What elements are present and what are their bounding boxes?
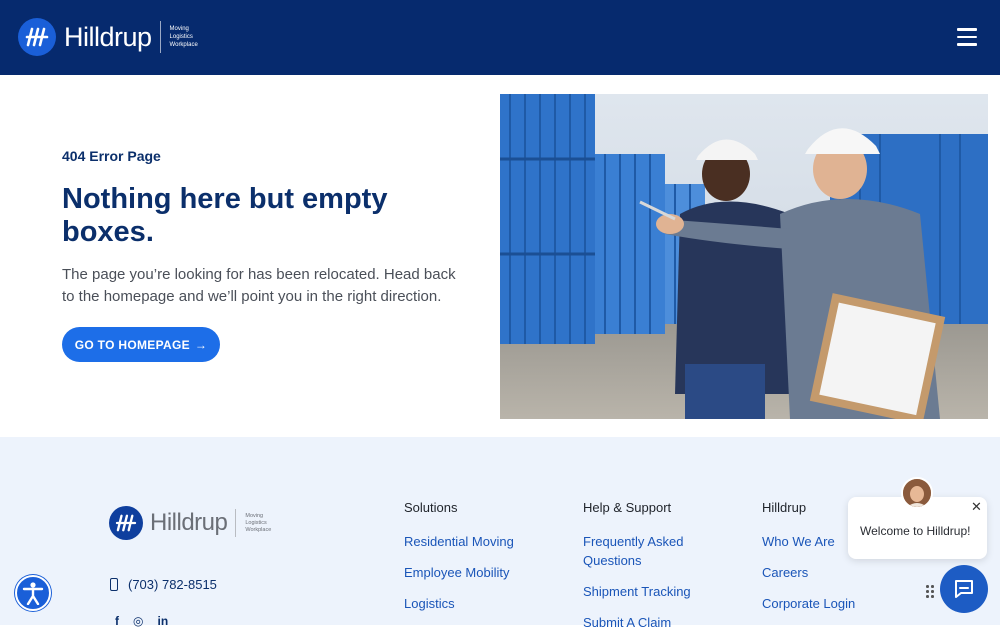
phone-link[interactable]: (703) 782-8515 bbox=[110, 577, 217, 592]
tagline-moving: Moving bbox=[169, 26, 189, 32]
error-eyebrow: 404 Error Page bbox=[62, 148, 161, 164]
hamburger-icon[interactable] bbox=[957, 28, 977, 46]
footer-column-title: Solutions bbox=[404, 500, 458, 515]
footer-link-submit-claim[interactable]: Submit A Claim bbox=[583, 613, 723, 632]
cta-label: GO TO HOMEPAGE bbox=[74, 337, 190, 352]
tagline-moving: Moving bbox=[245, 512, 264, 519]
phone-icon bbox=[110, 578, 118, 591]
footer-link-faq[interactable]: Frequently Asked Questions bbox=[583, 532, 723, 570]
footer-link-corporate-login[interactable]: Corporate Login bbox=[762, 594, 855, 613]
brand-name: Hilldrup bbox=[64, 21, 152, 52]
brand-tagline: Moving Logistics Workplace bbox=[170, 25, 198, 49]
error-description: The page you’re looking for has been rel… bbox=[62, 266, 456, 305]
footer-link-employee-mobility[interactable]: Employee Mobility bbox=[404, 563, 514, 582]
chat-icon[interactable] bbox=[940, 565, 988, 613]
close-icon[interactable]: ✕ bbox=[971, 499, 982, 515]
agent-avatar bbox=[901, 477, 933, 509]
tagline-workplace: Workplace bbox=[169, 42, 198, 48]
page-title: Nothing here but empty boxes. bbox=[62, 183, 388, 248]
drag-handle-icon[interactable] bbox=[926, 585, 934, 599]
chat-welcome-text: Welcome to Hilldrup! bbox=[860, 524, 971, 538]
hero-photo bbox=[500, 94, 988, 419]
instagram-icon[interactable]: ◎ bbox=[133, 614, 143, 628]
footer-column-title: Help & Support bbox=[583, 500, 672, 515]
facebook-icon[interactable]: f bbox=[115, 614, 119, 628]
tagline-workplace: Workplace bbox=[245, 526, 272, 533]
footer-logo[interactable]: Hilldrup Moving Logistics Workplace bbox=[109, 506, 271, 540]
footer-link-logistics[interactable]: Logistics bbox=[404, 594, 514, 613]
footer-brand-name: Hilldrup bbox=[150, 509, 228, 536]
footer-column-hilldrup: Hilldrup Who We Are Careers Corporate Lo… bbox=[762, 500, 855, 613]
logo-divider bbox=[159, 21, 161, 53]
arrow-right-icon: → bbox=[194, 337, 208, 352]
hilldrup-logo-icon bbox=[109, 506, 143, 540]
footer-column-title: Hilldrup bbox=[762, 500, 807, 515]
logo-divider bbox=[235, 509, 237, 537]
go-to-homepage-button[interactable]: GO TO HOMEPAGE → bbox=[62, 327, 220, 362]
tagline-logistics: Logistics bbox=[169, 34, 193, 40]
tagline-logistics: Logistics bbox=[245, 519, 267, 526]
site-header: Hilldrup Moving Logistics Workplace bbox=[0, 0, 1000, 75]
footer-column-solutions: Solutions Residential Moving Employee Mo… bbox=[404, 500, 514, 613]
footer-link-residential-moving[interactable]: Residential Moving bbox=[404, 532, 514, 551]
footer-link-who-we-are[interactable]: Who We Are bbox=[762, 532, 855, 551]
social-links: f ◎ in bbox=[115, 614, 168, 628]
footer-brand-tagline: Moving Logistics Workplace bbox=[245, 513, 271, 534]
footer-column-help: Help & Support Frequently Asked Question… bbox=[583, 500, 723, 632]
footer-link-careers[interactable]: Careers bbox=[762, 563, 855, 582]
hilldrup-logo-icon bbox=[18, 18, 56, 56]
linkedin-icon[interactable]: in bbox=[157, 614, 168, 628]
accessibility-icon[interactable] bbox=[15, 575, 51, 611]
footer-link-shipment-tracking[interactable]: Shipment Tracking bbox=[583, 582, 723, 601]
phone-number: (703) 782-8515 bbox=[128, 577, 217, 592]
brand-logo[interactable]: Hilldrup Moving Logistics Workplace bbox=[18, 18, 198, 56]
